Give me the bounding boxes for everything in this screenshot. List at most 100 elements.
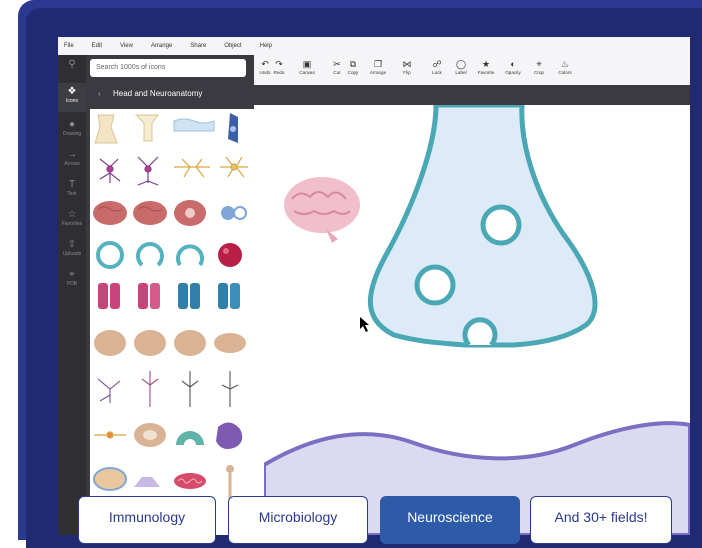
- glia-icon[interactable]: [174, 158, 210, 178]
- menu-help[interactable]: Help: [260, 43, 272, 49]
- tab-neuroscience[interactable]: Neuroscience: [380, 496, 520, 544]
- pyramidal-neuron-icon[interactable]: [181, 371, 199, 407]
- femur-icon[interactable]: [134, 114, 159, 142]
- vesicle-icon[interactable]: [218, 243, 242, 267]
- menu-bar: File Edit View Arrange Share Object Help: [58, 37, 690, 56]
- spinal-column-icon[interactable]: [226, 465, 234, 499]
- vesicle[interactable]: [480, 204, 522, 246]
- menu-view[interactable]: View: [120, 43, 133, 49]
- spinal-section-icon[interactable]: [94, 330, 126, 356]
- neuron-icon[interactable]: [97, 378, 121, 403]
- shoe-icon[interactable]: [134, 477, 160, 487]
- lock-button[interactable]: ☍ Lock: [426, 58, 448, 75]
- canvas-art: [262, 102, 690, 535]
- axon-icon[interactable]: [94, 431, 126, 439]
- channel-icon[interactable]: [178, 283, 200, 309]
- arrange-button[interactable]: ❐ Arrange: [367, 58, 389, 75]
- tool-sidebar: ⚲ ❖ Icons ● Drawing → Arrows T Text ☆ Fa…: [58, 55, 86, 535]
- sidebar-item-label: Icons: [66, 98, 78, 104]
- label-button[interactable]: ◯ Label: [450, 58, 472, 75]
- opacity-button[interactable]: ◐ Opacity: [502, 58, 524, 75]
- sidebar-item-drawing[interactable]: ● Drawing: [58, 119, 86, 143]
- sidebar-item-label: Favorites: [61, 221, 83, 227]
- sidebar-item-uploads[interactable]: ⇧ Uploads: [58, 239, 86, 263]
- sidebar-item-arrows[interactable]: → Arrows: [58, 149, 86, 173]
- arc-icon[interactable]: [176, 244, 204, 267]
- crop-button[interactable]: ⌖ Crop: [528, 58, 550, 75]
- redo-icon: ↷: [275, 59, 283, 69]
- favorite-button[interactable]: ★ Favorite: [475, 58, 497, 75]
- ring-icon[interactable]: [96, 241, 124, 269]
- panel-title: Head and Neuroanatomy: [113, 89, 203, 98]
- tab-immunology[interactable]: Immunology: [78, 496, 216, 544]
- mitochondria-icon[interactable]: [174, 473, 206, 489]
- menu-object[interactable]: Object: [224, 43, 241, 49]
- tab-more-fields[interactable]: And 30+ fields!: [530, 496, 672, 544]
- menu-edit[interactable]: Edit: [92, 43, 102, 49]
- upload-icon: ⇧: [67, 239, 77, 250]
- sidebar-item-label: PDB: [66, 281, 78, 287]
- channel-icon[interactable]: [138, 283, 160, 309]
- drawing-canvas[interactable]: [262, 102, 690, 535]
- icon-grid-art: [93, 113, 248, 499]
- brain-section-icon[interactable]: [174, 200, 206, 226]
- ear-icon[interactable]: [221, 206, 247, 220]
- text-icon: T: [68, 179, 76, 190]
- canvas-button[interactable]: ▣ Canvas: [296, 58, 318, 75]
- spinal-section-icon[interactable]: [174, 330, 206, 356]
- copy-icon: ⧉: [349, 59, 357, 69]
- flip-button[interactable]: ⋈ Flip: [396, 58, 418, 75]
- redo-button[interactable]: ↷ Redo: [268, 58, 290, 75]
- sidebar-item-icons[interactable]: ❖ Icons: [58, 83, 86, 112]
- brain-icon[interactable]: [284, 177, 360, 243]
- chevron-left-icon[interactable]: ‹: [98, 85, 101, 103]
- copy-button[interactable]: ⧉ Copy: [342, 58, 364, 75]
- tab-microbiology[interactable]: Microbiology: [228, 496, 368, 544]
- arrows-icon: →: [67, 149, 77, 160]
- brain-icon[interactable]: [133, 201, 167, 225]
- brain-icon[interactable]: [93, 201, 127, 225]
- eye-section-icon[interactable]: [93, 467, 127, 491]
- menu-arrange[interactable]: Arrange: [151, 43, 172, 49]
- mouse-cursor-icon: [360, 317, 369, 332]
- sidebar-item-text[interactable]: T Text: [58, 179, 86, 203]
- channel-icon[interactable]: [218, 283, 240, 309]
- pyramidal-neuron-icon[interactable]: [141, 371, 159, 407]
- menu-share[interactable]: Share: [190, 43, 206, 49]
- drawing-icon: ●: [68, 119, 76, 130]
- neuron-body-icon[interactable]: [228, 113, 238, 143]
- vesicle[interactable]: [414, 264, 456, 306]
- sidebar-item-pdb[interactable]: ⌖ PDB: [58, 269, 86, 293]
- paint-bucket-icon: ♨: [560, 59, 570, 69]
- tissue-blob-icon[interactable]: [216, 422, 243, 449]
- fusing-vesicle[interactable]: [462, 317, 498, 347]
- pdb-icon: ⌖: [69, 269, 75, 280]
- spinal-section-icon[interactable]: [134, 330, 166, 356]
- sidebar-item-label: Drawing: [62, 131, 82, 137]
- hippocampus-icon[interactable]: [176, 431, 204, 445]
- ring-open-icon[interactable]: [136, 242, 164, 267]
- icon-grid: [90, 109, 254, 535]
- spinal-cord-icon[interactable]: [134, 423, 166, 447]
- channel-icon[interactable]: [98, 283, 120, 309]
- sidebar-item-label: Uploads: [62, 251, 82, 257]
- sidebar-search[interactable]: ⚲: [58, 59, 86, 77]
- sidebar-item-label: Arrows: [64, 161, 80, 167]
- breadcrumb: ‹ Head and Neuroanatomy: [86, 85, 254, 103]
- sidebar-item-favorites[interactable]: ☆ Favorites: [58, 209, 86, 233]
- menu-file[interactable]: File: [64, 43, 74, 49]
- tag-icon: ◯: [455, 59, 467, 69]
- neuron-icon[interactable]: [137, 156, 159, 186]
- bone-icon[interactable]: [94, 114, 118, 144]
- canvas-icon: ▣: [302, 59, 312, 69]
- crop-icon: ⌖: [536, 59, 542, 69]
- tissue-icon[interactable]: [173, 118, 215, 132]
- colors-button[interactable]: ♨ Colors: [554, 58, 576, 75]
- icons-icon: ❖: [67, 86, 77, 97]
- spinal-section-icon[interactable]: [214, 333, 246, 353]
- star-icon: ☆: [67, 209, 77, 220]
- search-input[interactable]: Search 1000s of icons: [90, 59, 246, 77]
- astrocyte-icon[interactable]: [220, 156, 248, 178]
- pyramidal-neuron-icon[interactable]: [221, 371, 239, 407]
- neuron-icon[interactable]: [99, 158, 121, 183]
